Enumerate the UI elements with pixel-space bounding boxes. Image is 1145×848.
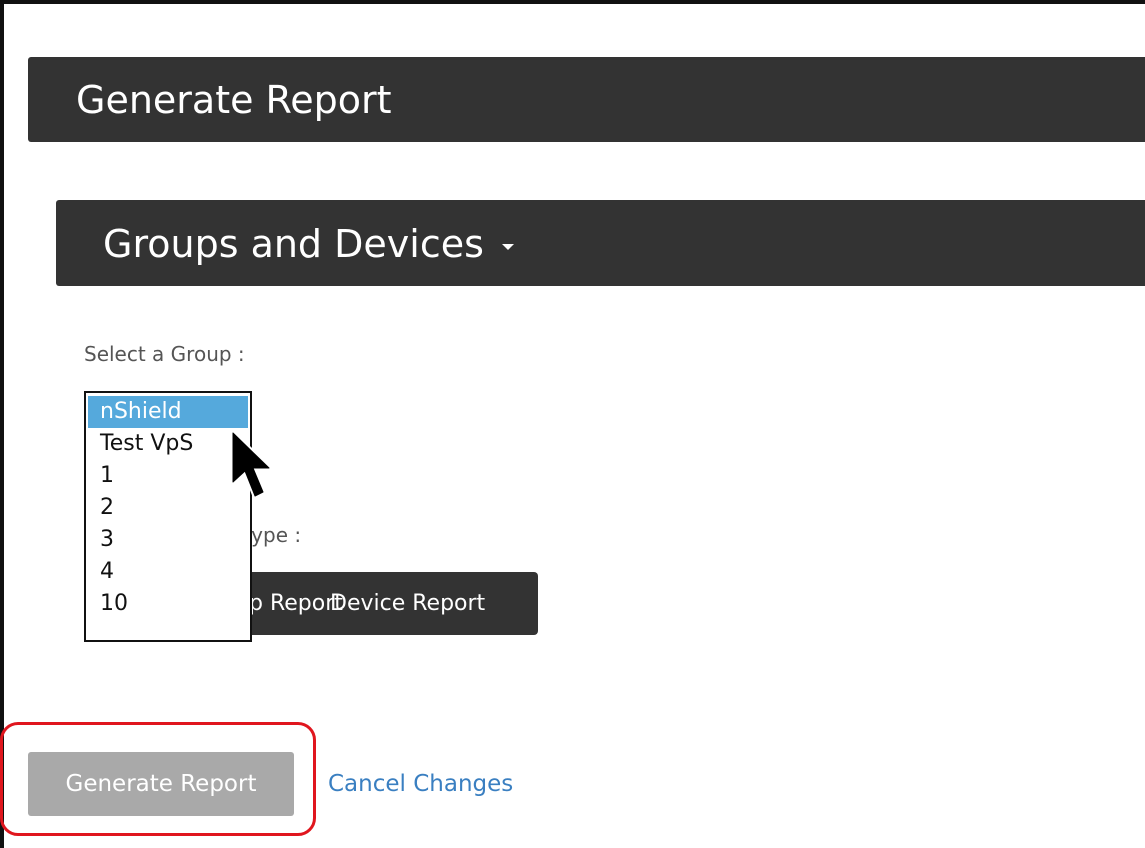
- section-title[interactable]: Groups and Devices: [103, 221, 514, 267]
- section-title-text: Groups and Devices: [103, 222, 484, 266]
- group-option-4[interactable]: 4: [88, 556, 248, 588]
- caret-down-icon: [501, 243, 514, 250]
- page-title: Generate Report: [76, 78, 392, 122]
- group-option-2[interactable]: 2: [88, 492, 248, 524]
- group-option-nshield[interactable]: nShield: [88, 396, 248, 428]
- group-option-1[interactable]: 1: [88, 460, 248, 492]
- group-option-test-vps[interactable]: Test VpS: [88, 428, 248, 460]
- device-report-button[interactable]: Device Report: [330, 572, 530, 635]
- cancel-changes-link[interactable]: Cancel Changes: [328, 768, 513, 800]
- page-header: Generate Report: [28, 57, 1145, 142]
- select-group-label: Select a Group :: [84, 342, 245, 366]
- group-option-10[interactable]: 10: [88, 588, 248, 620]
- groups-devices-section-header[interactable]: Groups and Devices: [56, 200, 1145, 286]
- group-select-list[interactable]: nShield Test VpS 1 2 3 4 10: [84, 391, 252, 642]
- generate-report-button[interactable]: Generate Report: [28, 752, 294, 816]
- group-option-3[interactable]: 3: [88, 524, 248, 556]
- mouse-pointer-icon: [230, 430, 272, 499]
